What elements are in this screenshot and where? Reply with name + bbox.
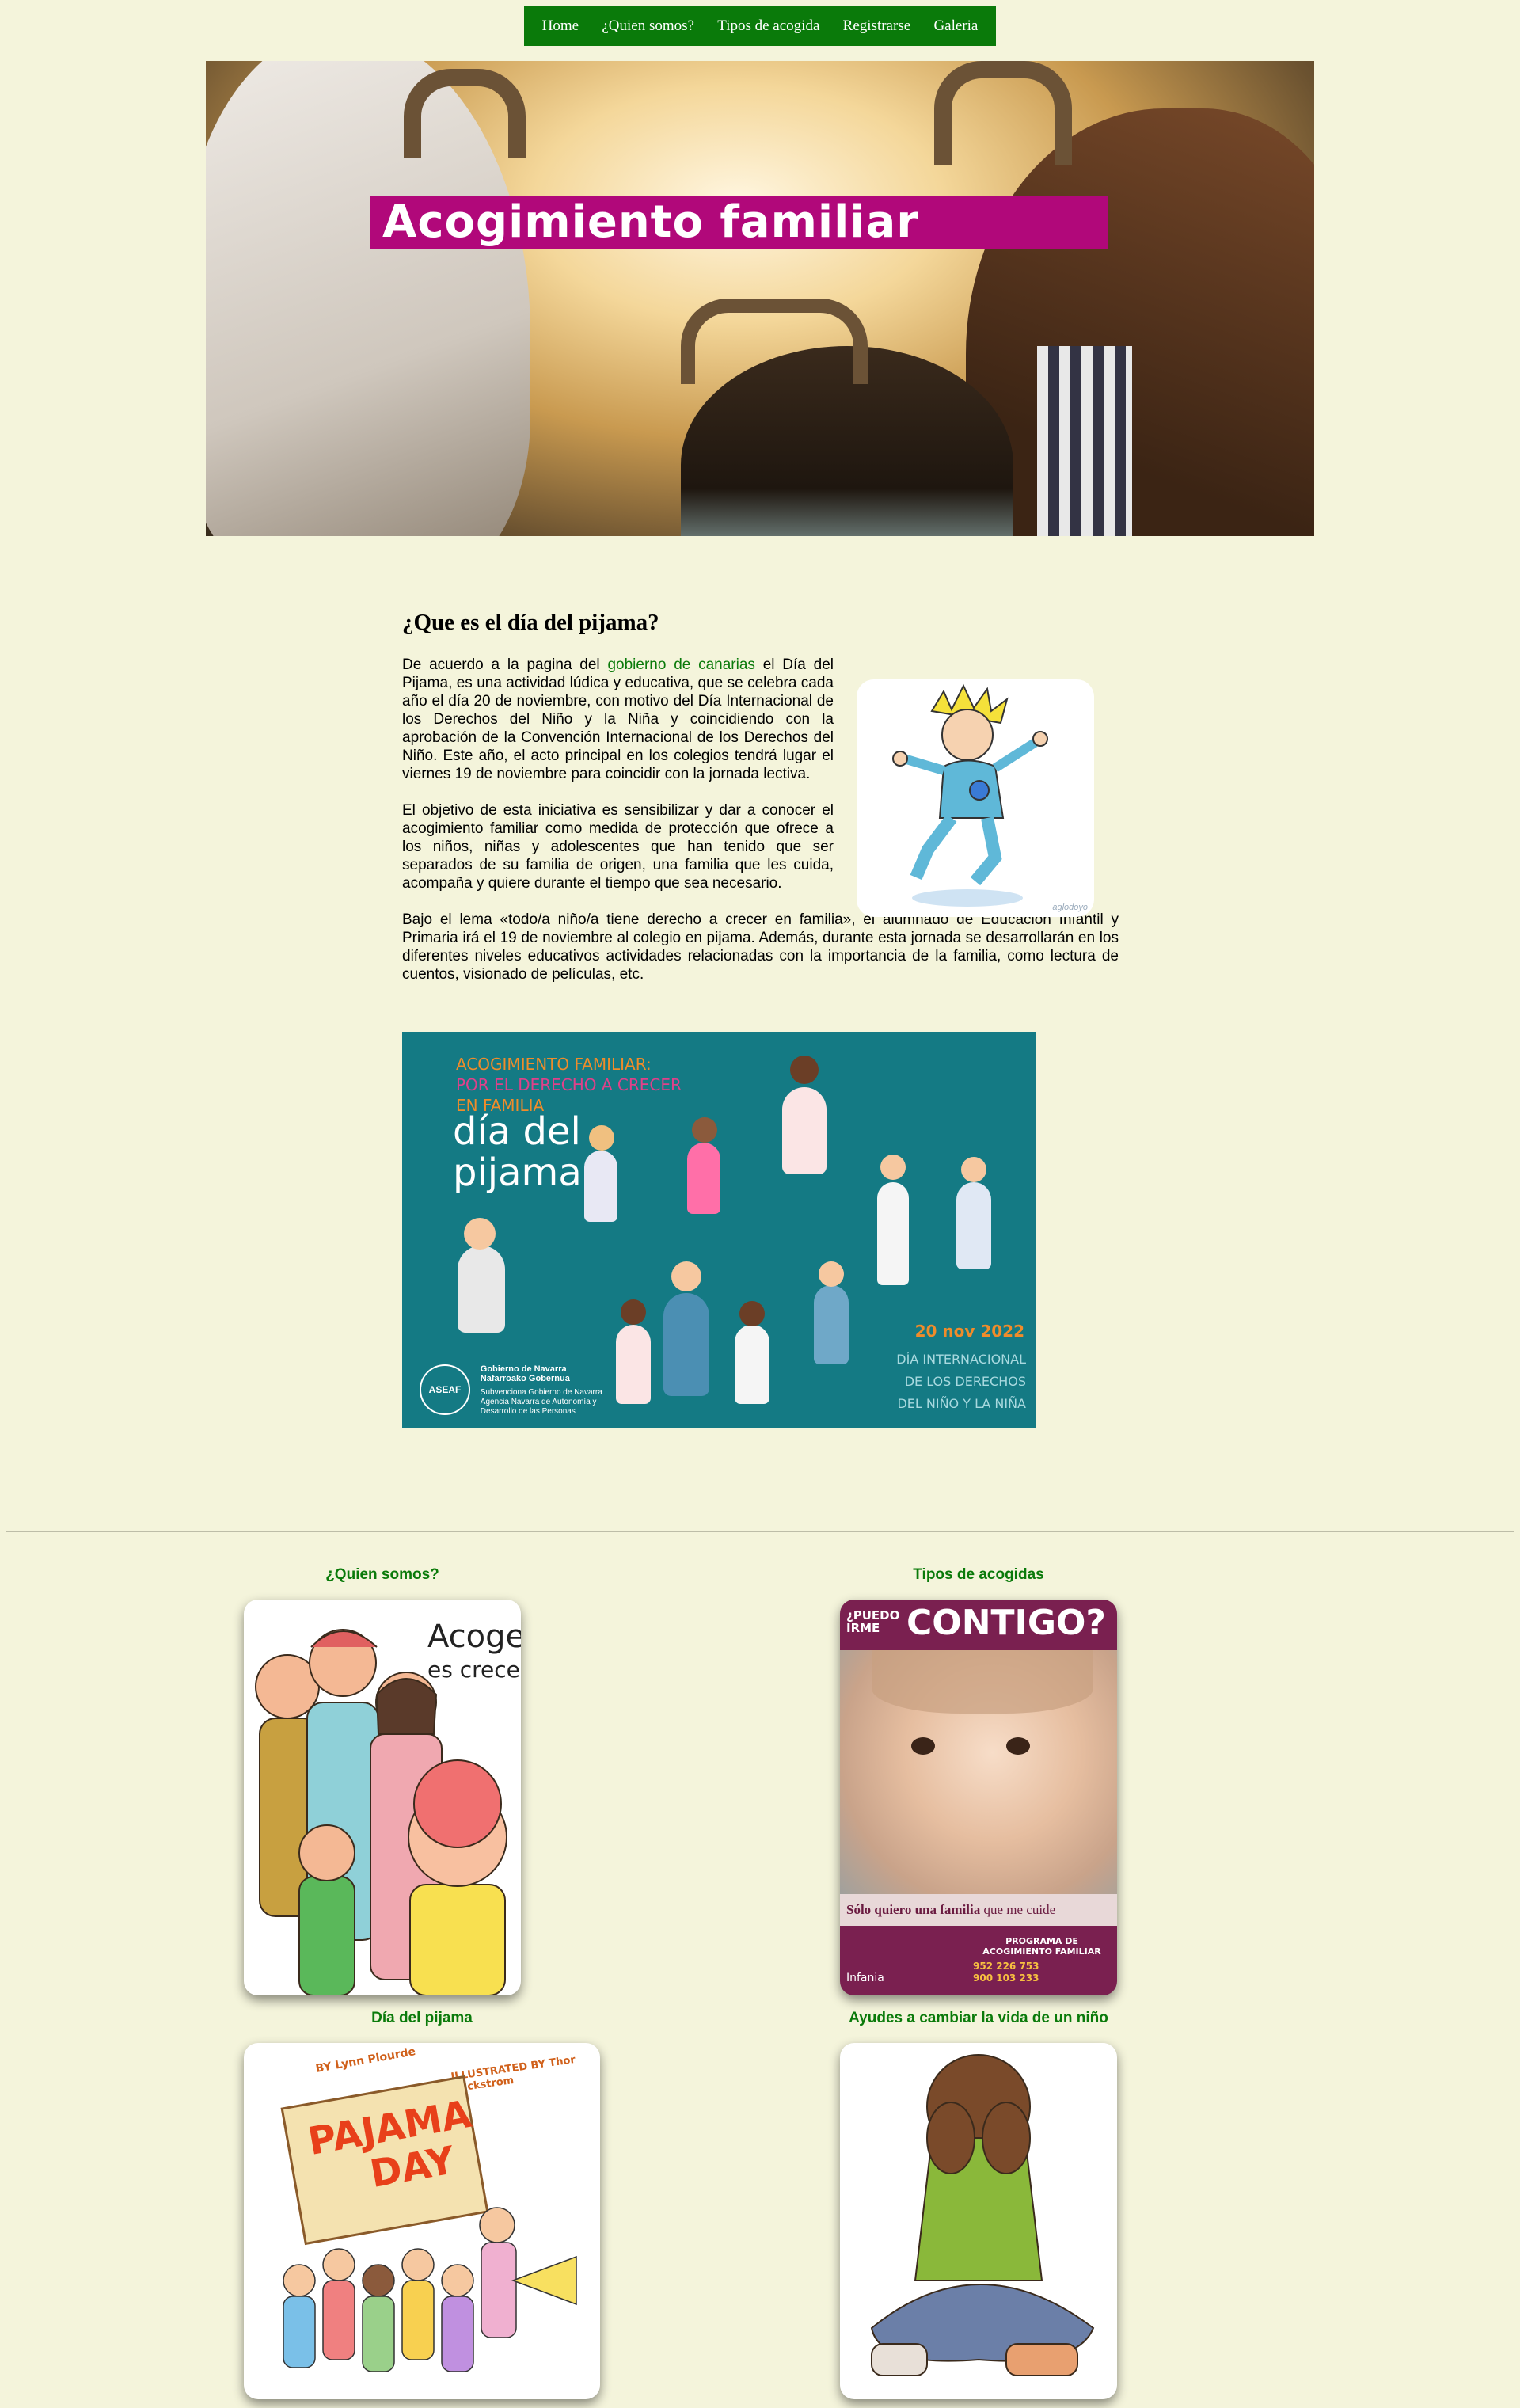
nav-galeria[interactable]: Galeria — [929, 17, 982, 35]
section-divider — [6, 1531, 1514, 1532]
nav-quien-somos[interactable]: ¿Quien somos? — [597, 17, 699, 35]
gobierno-canarias-link[interactable]: gobierno de canarias — [607, 656, 754, 673]
child-photo — [840, 1650, 1117, 1907]
article-intro: De acuerdo a la pagina del gobierno de c… — [402, 656, 834, 892]
aseaf-logo: ASEAF — [420, 1364, 470, 1415]
infania-logo: Infania — [846, 1972, 884, 1984]
family-illustration-icon — [255, 1629, 507, 1995]
hero-title: Acogimiento familiar — [370, 196, 1108, 249]
illustration-watermark: aglodoyo — [1052, 903, 1088, 912]
card-ayudes-cambiar[interactable] — [840, 2043, 1117, 2399]
article: ¿Que es el día del pijama? De acuerdo a … — [402, 610, 1119, 983]
card2-tagline-strip: Sólo quiero una familia que me cuide — [840, 1894, 1117, 1926]
poster-date: 20 nov 2022 — [914, 1322, 1024, 1341]
card2-headline: CONTIGO? — [906, 1603, 1106, 1643]
card-title-tipos-acogidas[interactable]: Tipos de acogidas — [840, 1566, 1117, 1584]
card-tipos-acogidas[interactable]: ¿PUEDO IRME CONTIGO? Sólo quiero una fam… — [840, 1600, 1117, 1995]
hero-heart-hands-child — [681, 299, 868, 384]
main-nav: Home ¿Quien somos? Tipos de acogida Regi… — [524, 6, 996, 46]
card-quien-somos[interactable]: Acoger es crecer — [244, 1600, 521, 1995]
card-dia-pijama[interactable]: BY Lynn Plourde ILLUSTRATED BY Thor Wick… — [244, 2043, 600, 2399]
pajama-kid-illustration: aglodoyo — [857, 679, 1094, 917]
jumping-child-icon — [892, 683, 1048, 886]
poster-international-day: DÍA INTERNACIONAL DE LOS DERECHOS DEL NI… — [896, 1352, 1026, 1411]
nav-home[interactable]: Home — [538, 17, 583, 35]
hero-banner: Acogimiento familiar — [206, 61, 1314, 536]
hero-heart-hands-right — [934, 61, 1072, 165]
hero-person-right — [966, 108, 1314, 536]
card-title-dia-pijama[interactable]: Día del pijama — [244, 2010, 600, 2027]
dia-del-pijama-poster: ACOGIMIENTO FAMILIAR: POR EL DERECHO A C… — [402, 1032, 1036, 1428]
hero-heart-hands-left — [404, 69, 526, 158]
poster-kicker: ACOGIMIENTO FAMILIAR: POR EL DERECHO A C… — [456, 1055, 682, 1115]
article-heading: ¿Que es el día del pijama? — [402, 610, 659, 635]
article-paragraph-1: De acuerdo a la pagina del gobierno de c… — [402, 656, 834, 782]
sad-child-icon — [870, 2054, 1095, 2376]
nav-tipos-acogida[interactable]: Tipos de acogida — [712, 17, 824, 35]
kids-parade-icon — [283, 2207, 577, 2372]
poster-title: día del pijama — [453, 1109, 582, 1195]
card-title-ayudes[interactable]: Ayudes a cambiar la vida de un niño — [800, 2010, 1157, 2027]
nav-registrarse[interactable]: Registrarse — [838, 17, 915, 35]
article-paragraph-2: El objetivo de esta iniciativa es sensib… — [402, 802, 834, 892]
poster-logos: ASEAF Gobierno de Navarra Nafarroako Gob… — [420, 1364, 623, 1417]
article-paragraph-3: Bajo el lema «todo/a niño/a tiene derech… — [402, 911, 1119, 983]
card-title-quien-somos[interactable]: ¿Quien somos? — [244, 1566, 521, 1584]
